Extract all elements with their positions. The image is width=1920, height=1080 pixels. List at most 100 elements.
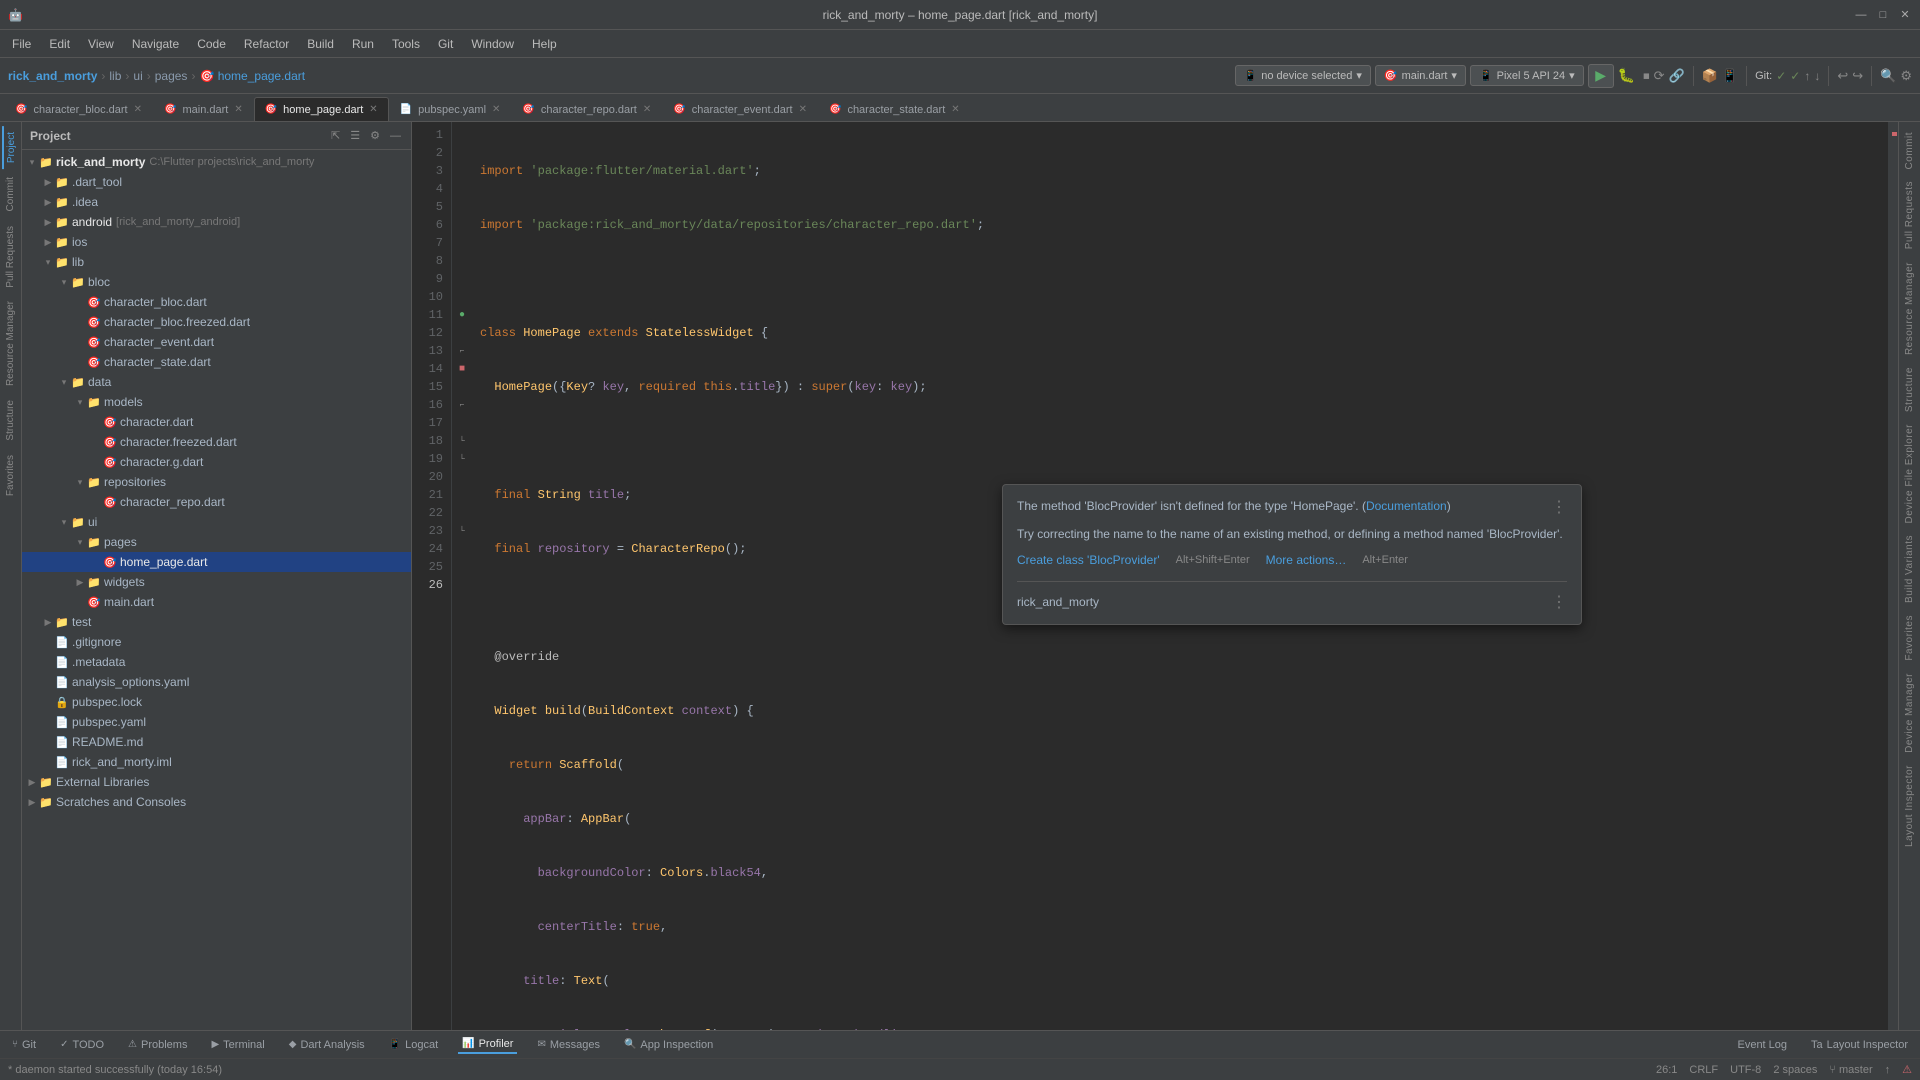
tree-item-root[interactable]: ▾ 📁 rick_and_morty C:\Flutter projects\r… (22, 152, 411, 172)
tree-item-external-libs[interactable]: ▶ 📁 External Libraries (22, 772, 411, 792)
editor-scrollbar[interactable] (1888, 122, 1898, 1030)
menu-file[interactable]: File (4, 34, 39, 54)
tab-character-bloc[interactable]: 🎯 character_bloc.dart ✕ (4, 97, 153, 121)
tab-main[interactable]: 🎯 main.dart ✕ (153, 97, 254, 121)
tree-item-character-bloc[interactable]: 🎯 character_bloc.dart (22, 292, 411, 312)
bottom-tab-logcat[interactable]: 📱 Logcat (385, 1037, 442, 1053)
tab-close-icon2[interactable]: ✕ (234, 104, 242, 115)
tree-item-repositories[interactable]: ▾ 📁 repositories (22, 472, 411, 492)
tree-item-character-freezed[interactable]: 🎯 character.freezed.dart (22, 432, 411, 452)
menu-git[interactable]: Git (430, 34, 461, 54)
tree-item-readme[interactable]: 📄 README.md (22, 732, 411, 752)
pull-requests-right-panel-btn[interactable]: Pull Requests (1902, 175, 1917, 255)
debug-button[interactable]: 🐛 (1618, 67, 1635, 84)
structure-panel-btn[interactable]: Structure (3, 394, 18, 447)
tree-collapse-all-btn[interactable]: ☰ (348, 127, 362, 144)
attach-button[interactable]: 🔗 (1669, 68, 1685, 84)
git-check-icon[interactable]: ✓ (1776, 69, 1786, 83)
tree-item-home-page[interactable]: 🎯 home_page.dart (22, 552, 411, 572)
resource-manager-right-panel-btn[interactable]: Resource Manager (1902, 256, 1917, 361)
breadcrumb-pages[interactable]: pages (155, 69, 188, 83)
tree-item-metadata[interactable]: 📄 .metadata (22, 652, 411, 672)
tree-item-character[interactable]: 🎯 character.dart (22, 412, 411, 432)
upload-icon[interactable]: ↑ (1885, 1064, 1891, 1076)
tab-close-icon3[interactable]: ✕ (369, 104, 377, 115)
bottom-layout-inspector[interactable]: Ta Layout Inspector (1807, 1037, 1912, 1053)
redo-button[interactable]: ↪ (1852, 68, 1863, 84)
tab-close-icon4[interactable]: ✕ (492, 104, 500, 115)
tree-item-main[interactable]: 🎯 main.dart (22, 592, 411, 612)
tree-item-pages[interactable]: ▾ 📁 pages (22, 532, 411, 552)
tree-item-scratches[interactable]: ▶ 📁 Scratches and Consoles (22, 792, 411, 812)
reload-button[interactable]: ⟳ (1654, 68, 1665, 84)
commit-right-panel-btn[interactable]: Commit (1902, 126, 1917, 175)
tree-settings-btn[interactable]: ⚙ (368, 127, 382, 144)
tree-item-test[interactable]: ▶ 📁 test (22, 612, 411, 632)
menu-run[interactable]: Run (344, 34, 382, 54)
tree-item-widgets[interactable]: ▶ 📁 widgets (22, 572, 411, 592)
menu-navigate[interactable]: Navigate (124, 34, 187, 54)
error-footer-more-btn[interactable]: ⋮ (1551, 592, 1567, 612)
code-container[interactable]: 1 2 3 4 5 6 7 8 9 10 11 12 13 14 15 16 1… (412, 122, 1898, 1030)
pull-requests-panel-btn[interactable]: Pull Requests (3, 220, 18, 294)
tree-item-bloc[interactable]: ▾ 📁 bloc (22, 272, 411, 292)
device-selector[interactable]: 📱 no device selected ▾ (1235, 65, 1371, 86)
menu-help[interactable]: Help (524, 34, 565, 54)
build-variants-btn[interactable]: Build Variants (1902, 529, 1917, 609)
close-button[interactable]: ✕ (1898, 8, 1912, 22)
tree-item-character-g[interactable]: 🎯 character.g.dart (22, 452, 411, 472)
bottom-tab-app-inspection[interactable]: 🔍 App Inspection (620, 1037, 717, 1053)
tree-item-pubspec-lock[interactable]: 🔒 pubspec.lock (22, 692, 411, 712)
sdk-manager-icon[interactable]: 📦 (1702, 68, 1718, 84)
settings-icon[interactable]: ⚙ (1900, 68, 1912, 84)
device-file-explorer-btn[interactable]: Device File Explorer (1902, 418, 1917, 529)
structure-right-panel-btn[interactable]: Structure (1902, 361, 1917, 418)
breadcrumb-ui[interactable]: ui (133, 69, 142, 83)
breadcrumb-project[interactable]: rick_and_morty (8, 69, 97, 83)
tree-item-idea[interactable]: ▶ 📁 .idea (22, 192, 411, 212)
indent[interactable]: 2 spaces (1773, 1064, 1817, 1076)
tree-item-character-repo[interactable]: 🎯 character_repo.dart (22, 492, 411, 512)
git-check2-icon[interactable]: ✓ (1790, 69, 1800, 83)
tree-item-lib[interactable]: ▾ 📁 lib (22, 252, 411, 272)
layout-inspector-right-btn[interactable]: Layout Inspector (1902, 759, 1917, 853)
resource-manager-panel-btn[interactable]: Resource Manager (3, 295, 18, 392)
breadcrumb-lib[interactable]: lib (109, 69, 121, 83)
create-class-link[interactable]: Create class 'BlocProvider' (1017, 553, 1160, 567)
tree-item-data[interactable]: ▾ 📁 data (22, 372, 411, 392)
tree-item-android[interactable]: ▶ 📁 android [rick_and_morty_android] (22, 212, 411, 232)
favorites-right-btn[interactable]: Favorites (1902, 609, 1917, 667)
project-panel-btn[interactable]: Project (2, 126, 19, 169)
more-actions-link[interactable]: More actions… (1266, 553, 1347, 567)
git-push-icon[interactable]: ↑ (1804, 69, 1810, 83)
tree-item-character-bloc-freezed[interactable]: 🎯 character_bloc.freezed.dart (22, 312, 411, 332)
documentation-link[interactable]: Documentation (1366, 499, 1447, 513)
menu-window[interactable]: Window (463, 34, 522, 54)
tree-item-pubspec-yaml[interactable]: 📄 pubspec.yaml (22, 712, 411, 732)
line-separator[interactable]: CRLF (1689, 1064, 1718, 1076)
tree-item-models[interactable]: ▾ 📁 models (22, 392, 411, 412)
undo-button[interactable]: ↩ (1837, 68, 1848, 84)
bottom-event-log[interactable]: Event Log (1733, 1037, 1791, 1053)
menu-tools[interactable]: Tools (384, 34, 428, 54)
encoding[interactable]: UTF-8 (1730, 1064, 1761, 1076)
bottom-tab-profiler[interactable]: 📊 Profiler (458, 1036, 517, 1054)
bottom-tab-todo[interactable]: ✓ TODO (56, 1037, 108, 1053)
menu-refactor[interactable]: Refactor (236, 34, 297, 54)
tree-item-character-state[interactable]: 🎯 character_state.dart (22, 352, 411, 372)
tree-item-character-event[interactable]: 🎯 character_event.dart (22, 332, 411, 352)
menu-edit[interactable]: Edit (41, 34, 78, 54)
tree-expand-all-btn[interactable]: ⇱ (329, 127, 342, 144)
tab-home-page[interactable]: 🎯 home_page.dart ✕ (254, 97, 389, 121)
vcs-branch[interactable]: ⑂ master (1829, 1064, 1872, 1076)
tree-item-analysis-options[interactable]: 📄 analysis_options.yaml (22, 672, 411, 692)
git-pull-icon[interactable]: ↓ (1814, 69, 1820, 83)
tab-character-event[interactable]: 🎯 character_event.dart ✕ (662, 97, 818, 121)
tab-character-repo[interactable]: 🎯 character_repo.dart ✕ (511, 97, 662, 121)
cursor-position[interactable]: 26:1 (1656, 1064, 1677, 1076)
tree-item-ui[interactable]: ▾ 📁 ui (22, 512, 411, 532)
commit-panel-btn[interactable]: Commit (3, 171, 18, 217)
tab-close-icon5[interactable]: ✕ (643, 104, 651, 115)
device-manager-btn[interactable]: Device Manager (1902, 667, 1917, 759)
bottom-tab-git[interactable]: ⑂ Git (8, 1037, 40, 1053)
